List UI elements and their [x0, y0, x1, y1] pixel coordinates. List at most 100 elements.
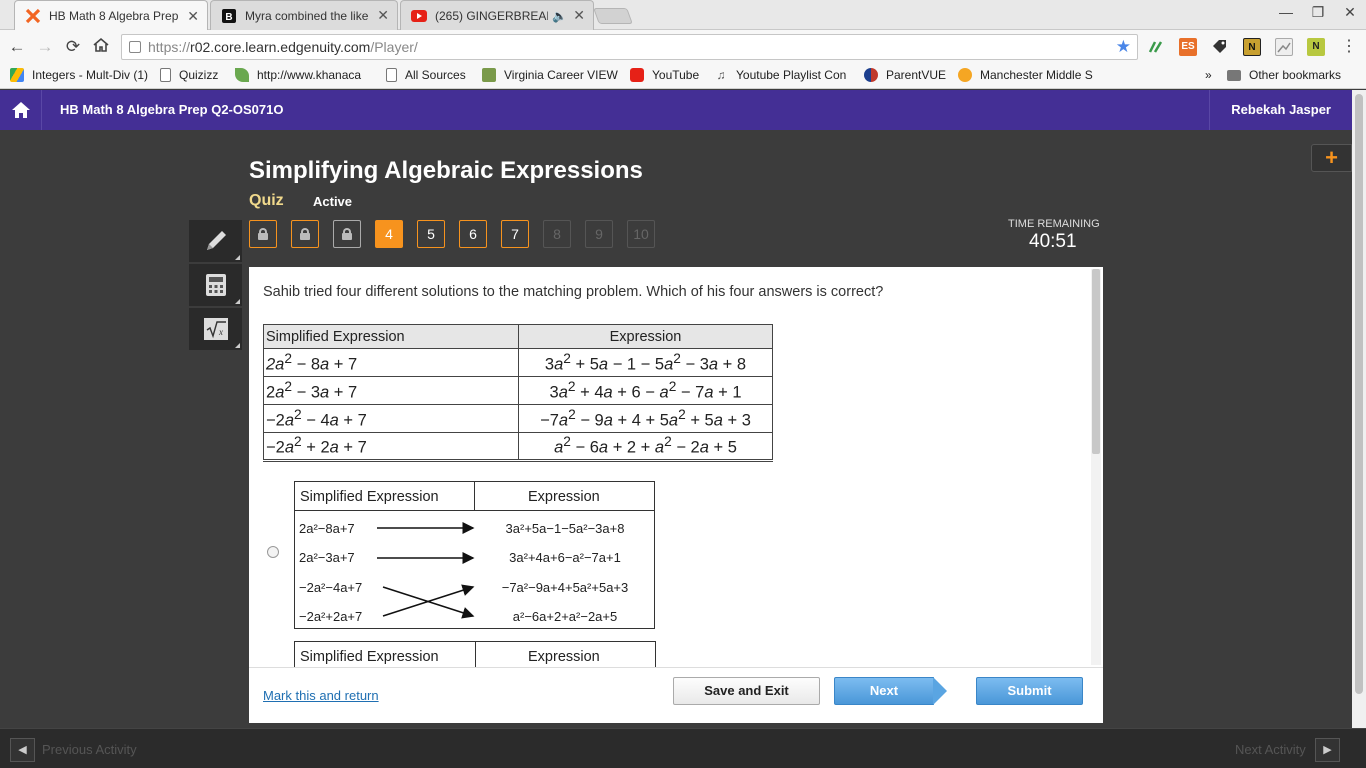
save-and-exit-button[interactable]: Save and Exit — [673, 677, 820, 705]
next-activity-button[interactable]: ▶ — [1315, 738, 1340, 762]
back-icon[interactable]: ← — [6, 36, 28, 58]
bookmark-quizizz[interactable]: Quizizz — [160, 68, 218, 82]
bookmark-integers[interactable]: Integers - Mult-Div (1) — [10, 68, 148, 82]
column-header: Simplified Expression — [300, 489, 439, 505]
extension-n-icon[interactable]: N — [1243, 38, 1261, 56]
calculator-icon — [205, 274, 226, 296]
career-view-icon — [482, 68, 496, 82]
tab-close-icon[interactable]: ✕ — [573, 7, 585, 24]
bookmark-other[interactable]: Other bookmarks — [1227, 68, 1341, 82]
extension-n2-icon[interactable]: N — [1307, 38, 1325, 56]
youtube-icon — [630, 68, 644, 82]
column-header: Expression — [518, 324, 773, 349]
leaf-icon — [235, 68, 249, 82]
next-arrow-icon[interactable] — [933, 677, 947, 705]
page-icon — [160, 68, 171, 82]
table-cell: 3a2 + 5a − 1 − 5a2 − 3a + 8 — [518, 348, 773, 377]
table-cell: 2a2 − 8a + 7 — [263, 348, 519, 377]
home-button[interactable] — [0, 90, 42, 130]
new-tab-button[interactable] — [593, 8, 633, 24]
minimize-icon[interactable]: — — [1274, 4, 1298, 20]
tab-close-icon[interactable]: ✕ — [377, 7, 389, 24]
tab-brainly[interactable]: B Myra combined the like t ✕ — [210, 0, 398, 30]
table-cell: 2a2 − 3a + 7 — [263, 376, 519, 405]
bookmark-youtube-playlist[interactable]: ♫ Youtube Playlist Con — [714, 68, 847, 82]
mark-and-return-link[interactable]: Mark this and return — [263, 688, 379, 703]
question-number: 9 — [595, 226, 603, 242]
bookmark-label: All Sources — [405, 68, 466, 82]
bookmark-manchester[interactable]: Manchester Middle S — [958, 68, 1093, 82]
mapping-arrows — [377, 522, 475, 619]
status-label: Active — [313, 194, 353, 209]
browser-tabstrip: HB Math 8 Algebra Prep ✕ B Myra combined… — [0, 0, 1366, 31]
lock-icon — [300, 228, 310, 240]
question-nav-button[interactable] — [249, 220, 277, 248]
question-nav-button: 9 — [585, 220, 613, 248]
forward-icon[interactable]: → — [34, 36, 56, 58]
question-nav-button: 10 — [627, 220, 655, 248]
previous-activity-button[interactable]: ◀ — [10, 738, 35, 762]
page-scrollbar[interactable] — [1352, 90, 1366, 730]
table-row: 2a2 − 3a + 7 3a2 + 4a + 6 − a2 − 7a + 1 — [263, 376, 773, 405]
bookmark-label: Quizizz — [179, 68, 219, 82]
answer-option-2[interactable]: Simplified Expression Expression — [294, 641, 656, 667]
tab-close-icon[interactable]: ✕ — [187, 8, 199, 25]
bookmark-label: Manchester Middle S — [980, 68, 1093, 82]
question-nav-button[interactable] — [291, 220, 319, 248]
bookmark-parentvue[interactable]: ParentVUE — [864, 68, 946, 82]
calculator-tool-button[interactable] — [189, 264, 242, 308]
formula-tool-button[interactable]: x — [189, 308, 242, 352]
tab-title: Myra combined the like t — [245, 8, 372, 23]
speaker-icon[interactable]: 🔈 — [552, 9, 567, 23]
window-close-icon[interactable]: ✕ — [1338, 4, 1362, 21]
divider — [474, 482, 475, 511]
address-bar[interactable]: https://r02.core.learn.edgenuity.com/Pla… — [121, 34, 1138, 60]
tools-sidebar: x — [189, 220, 242, 352]
bookmark-label: http://www.khanaca — [257, 68, 362, 82]
maximize-icon[interactable]: ❐ — [1306, 4, 1330, 21]
scrollbar-thumb[interactable] — [1355, 94, 1363, 694]
bookmark-virginia-career[interactable]: Virginia Career VIEW — [482, 68, 618, 82]
question-nav-button[interactable]: 6 — [459, 220, 487, 248]
url-path: /Player/ — [370, 39, 418, 55]
question-nav-button[interactable] — [333, 220, 361, 248]
tab-title: HB Math 8 Algebra Prep — [49, 9, 179, 23]
extension-image-icon[interactable] — [1275, 38, 1293, 56]
next-activity-label[interactable]: Next Activity — [1235, 742, 1306, 757]
user-name[interactable]: Rebekah Jasper — [1209, 90, 1352, 130]
extension-tag-icon[interactable] — [1211, 38, 1229, 56]
answer-option-1-radio[interactable] — [267, 546, 279, 558]
scrollbar-thumb[interactable] — [1092, 269, 1100, 454]
bookmarks-overflow-icon[interactable]: » — [1205, 68, 1212, 82]
action-bar: Mark this and return Save and Exit Next … — [249, 667, 1103, 723]
panel-scrollbar[interactable] — [1091, 269, 1101, 665]
youtube-icon — [411, 8, 427, 24]
menu-kebab-icon[interactable]: ⋮ — [1338, 36, 1360, 58]
bookmark-khan[interactable]: http://www.khanaca — [235, 68, 361, 82]
option-header: Simplified Expression Expression — [295, 482, 654, 511]
table-cell: 3a2 + 4a + 6 − a2 − 7a + 1 — [518, 376, 773, 405]
reload-icon[interactable]: ⟳ — [62, 36, 84, 58]
divider — [475, 642, 476, 667]
submit-button[interactable]: Submit — [976, 677, 1083, 705]
bookmark-star-icon[interactable]: ★ — [1116, 35, 1131, 59]
question-nav-button[interactable]: 7 — [501, 220, 529, 248]
answer-option-1[interactable]: Simplified Expression Expression 2a²−8a+… — [294, 481, 655, 629]
expand-plus-button[interactable]: + — [1311, 144, 1352, 172]
extension-es-icon[interactable]: ES — [1179, 38, 1197, 56]
svg-text:B: B — [225, 12, 232, 23]
page-info-icon[interactable] — [129, 41, 141, 53]
extension-edgenuity-icon[interactable] — [1147, 38, 1165, 56]
home-icon[interactable] — [90, 36, 112, 58]
bookmark-youtube[interactable]: YouTube — [630, 68, 699, 82]
question-nav-button[interactable]: 5 — [417, 220, 445, 248]
tab-edgenuity[interactable]: HB Math 8 Algebra Prep ✕ — [14, 0, 208, 31]
lock-icon — [342, 228, 352, 240]
pencil-tool-button[interactable] — [189, 220, 242, 264]
next-button[interactable]: Next — [834, 677, 934, 705]
tab-youtube[interactable]: (265) GINGERBREAD 🔈 ✕ — [400, 0, 594, 30]
previous-activity-label[interactable]: Previous Activity — [42, 742, 137, 757]
bookmark-label: Other bookmarks — [1249, 68, 1342, 82]
question-nav-button[interactable]: 4 — [375, 220, 403, 248]
bookmark-all-sources[interactable]: All Sources — [386, 68, 466, 82]
